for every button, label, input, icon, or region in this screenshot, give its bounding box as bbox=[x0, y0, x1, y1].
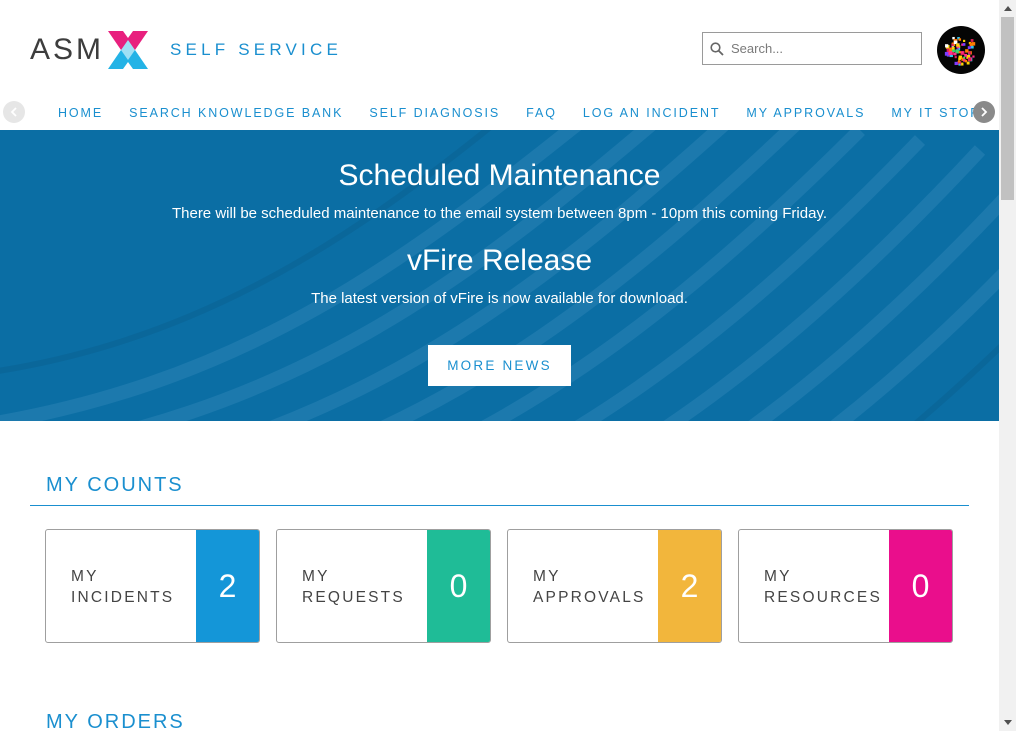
avatar-dot bbox=[958, 63, 961, 66]
card-label-line1: MY bbox=[764, 568, 792, 585]
my-resources-card[interactable]: MY RESOURCES 0 bbox=[738, 529, 953, 643]
incidents-count-badge: 2 bbox=[196, 530, 259, 642]
avatar-dot bbox=[969, 42, 974, 47]
nav-scroll-left-button[interactable] bbox=[3, 101, 25, 123]
card-label: MY REQUESTS bbox=[302, 566, 405, 608]
avatar-dot bbox=[962, 43, 966, 46]
card-label: MY APPROVALS bbox=[533, 566, 646, 608]
avatar-dot bbox=[961, 51, 964, 54]
card-label-line1: MY bbox=[533, 568, 561, 585]
scroll-up-button[interactable] bbox=[999, 0, 1016, 17]
avatar-dot bbox=[963, 56, 966, 59]
avatar-dot bbox=[967, 46, 971, 50]
my-counts-title: MY COUNTS bbox=[46, 474, 184, 496]
avatar-dot bbox=[970, 39, 974, 42]
resources-count-badge: 0 bbox=[889, 530, 952, 642]
card-label: MY RESOURCES bbox=[764, 566, 882, 608]
chevron-right-icon bbox=[981, 107, 988, 117]
section-divider bbox=[30, 505, 969, 506]
avatar[interactable] bbox=[937, 26, 985, 74]
avatar-dot bbox=[951, 43, 954, 46]
logo-subtitle: SELF SERVICE bbox=[170, 40, 342, 59]
avatar-dot bbox=[954, 56, 957, 59]
caret-down-icon bbox=[1003, 720, 1012, 725]
search-box[interactable] bbox=[702, 32, 922, 65]
nav-item-my-approvals[interactable]: MY APPROVALS bbox=[746, 96, 865, 130]
avatar-dot bbox=[948, 51, 953, 55]
requests-count-badge: 0 bbox=[427, 530, 490, 642]
avatar-dot bbox=[957, 60, 961, 63]
logo[interactable]: ASM SELF SERVICE bbox=[30, 29, 342, 71]
news-title: Scheduled Maintenance bbox=[338, 159, 661, 192]
nav-item-log-an-incident[interactable]: LOG AN INCIDENT bbox=[583, 96, 721, 130]
nav-item-faq[interactable]: FAQ bbox=[526, 96, 557, 130]
avatar-dot bbox=[944, 51, 949, 56]
avatar-dot bbox=[953, 52, 957, 56]
scroll-down-button[interactable] bbox=[999, 714, 1016, 731]
card-label-line1: MY bbox=[302, 568, 330, 585]
approvals-count-badge: 2 bbox=[658, 530, 721, 642]
news-banner: Scheduled Maintenance There will be sche… bbox=[0, 130, 999, 421]
avatar-dot bbox=[968, 51, 972, 55]
card-label: MY INCIDENTS bbox=[71, 566, 174, 608]
avatar-dot bbox=[965, 49, 969, 53]
avatar-dot bbox=[954, 61, 958, 66]
avatar-dot bbox=[971, 45, 974, 49]
avatar-dot bbox=[963, 39, 966, 42]
nav-item-home[interactable]: HOME bbox=[58, 96, 103, 130]
my-orders-title: MY ORDERS bbox=[46, 711, 185, 731]
news-title: vFire Release bbox=[406, 244, 593, 277]
logo-x-icon bbox=[108, 31, 149, 69]
more-news-button[interactable]: MORE NEWS bbox=[428, 345, 571, 386]
self-service-page: ASM SELF SERVICE Search... HOME SEARCH K… bbox=[0, 0, 999, 731]
chevron-left-icon bbox=[10, 107, 17, 117]
avatar-dot bbox=[967, 57, 972, 62]
header: ASM SELF SERVICE bbox=[0, 0, 999, 96]
card-label-line2: APPROVALS bbox=[533, 589, 646, 606]
avatar-dot bbox=[952, 49, 955, 53]
nav-item-self-diagnosis[interactable]: SELF DIAGNOSIS bbox=[369, 96, 500, 130]
page-scrollbar[interactable] bbox=[999, 0, 1016, 731]
avatar-image bbox=[944, 36, 976, 66]
logo-text: ASM bbox=[30, 33, 105, 66]
avatar-dot bbox=[945, 44, 949, 48]
avatar-dot bbox=[951, 46, 955, 50]
nav-item-search-knowledge-bank[interactable]: SEARCH KNOWLEDGE BANK bbox=[129, 96, 343, 130]
news-body: The latest version of vFire is now avail… bbox=[311, 290, 688, 307]
caret-up-icon bbox=[1003, 6, 1012, 11]
card-label-line1: MY bbox=[71, 568, 99, 585]
avatar-dot bbox=[972, 55, 975, 58]
search-icon bbox=[703, 33, 731, 64]
main-nav: HOME SEARCH KNOWLEDGE BANK SELF DIAGNOSI… bbox=[0, 96, 999, 130]
nav-items: HOME SEARCH KNOWLEDGE BANK SELF DIAGNOSI… bbox=[45, 96, 999, 130]
card-label-line2: REQUESTS bbox=[302, 589, 405, 606]
avatar-dot bbox=[956, 43, 960, 47]
avatar-dot bbox=[958, 38, 962, 41]
avatar-dot bbox=[958, 51, 961, 54]
news-body: There will be scheduled maintenance to t… bbox=[171, 205, 828, 222]
my-approvals-card[interactable]: MY APPROVALS 2 bbox=[507, 529, 722, 643]
search-input[interactable] bbox=[731, 41, 911, 56]
avatar-dot bbox=[952, 36, 955, 40]
nav-scroll-right-button[interactable] bbox=[973, 101, 995, 123]
my-requests-card[interactable]: MY REQUESTS 0 bbox=[276, 529, 491, 643]
avatar-dot bbox=[964, 59, 968, 63]
avatar-dot bbox=[964, 53, 968, 57]
scroll-thumb[interactable] bbox=[1001, 17, 1014, 200]
card-label-line2: RESOURCES bbox=[764, 589, 882, 606]
my-incidents-card[interactable]: MY INCIDENTS 2 bbox=[45, 529, 260, 643]
avatar-dot bbox=[958, 57, 961, 61]
card-label-line2: INCIDENTS bbox=[71, 589, 175, 606]
